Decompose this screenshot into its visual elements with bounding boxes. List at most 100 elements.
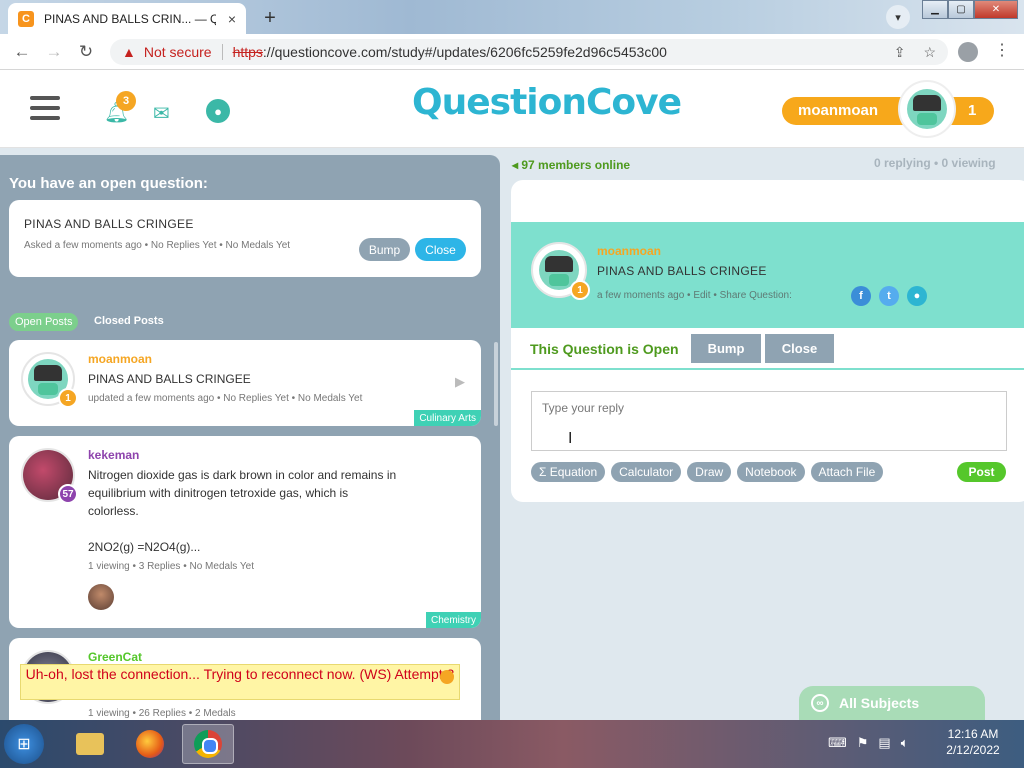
attach-file-button[interactable]: Attach File: [810, 462, 884, 482]
hamburger-menu-icon[interactable]: [30, 96, 60, 120]
not-secure-label[interactable]: Not secure: [144, 44, 212, 60]
all-subjects-label: All Subjects: [839, 695, 920, 711]
firefox-icon[interactable]: [124, 724, 176, 764]
back-arrow-icon[interactable]: ←: [10, 40, 34, 64]
level-badge: 1: [58, 388, 78, 408]
reply-input[interactable]: Type your reply: [531, 391, 1007, 451]
reload-icon[interactable]: ↻: [74, 40, 98, 64]
browser-tab[interactable]: C PINAS AND BALLS CRIN... — Que ×: [8, 3, 246, 34]
all-subjects-button[interactable]: ∞ All Subjects: [799, 686, 985, 720]
warning-dot-icon: [440, 670, 454, 684]
clock-time: 12:16 AM: [947, 727, 999, 741]
kebab-menu-icon[interactable]: ⋮: [994, 40, 1010, 60]
share-users-icon[interactable]: ●: [907, 286, 927, 306]
post-title[interactable]: PINAS AND BALLS CRINGEE: [88, 370, 458, 388]
new-tab-button[interactable]: +: [258, 6, 282, 30]
url-scheme: https: [232, 44, 263, 60]
post-username[interactable]: GreenCat: [88, 650, 142, 664]
action-center-icon[interactable]: ⚑: [857, 735, 869, 751]
list-item[interactable]: 57 kekeman Nitrogen dioxide gas is dark …: [9, 436, 481, 628]
browser-toolbar: ← → ↻ ▲ Not secure https ://questioncove…: [0, 34, 1024, 70]
text-cursor-icon: I: [568, 430, 573, 447]
windows-start-icon[interactable]: ⊞: [4, 724, 44, 764]
post-title[interactable]: Nitrogen dioxide gas is dark brown in co…: [88, 466, 458, 556]
close-window-button[interactable]: ✕: [974, 0, 1018, 19]
keyboard-icon[interactable]: ⌨: [828, 735, 847, 751]
maximize-button[interactable]: ▢: [948, 0, 974, 19]
question-meta[interactable]: a few moments ago • Edit • Share Questio…: [597, 290, 792, 301]
open-question-meta: Asked a few moments ago • No Replies Yet…: [24, 240, 291, 251]
bookmark-star-icon[interactable]: ☆: [923, 44, 936, 61]
file-explorer-icon[interactable]: [64, 724, 116, 764]
post-title-line: [88, 520, 458, 538]
close-button[interactable]: Close: [765, 334, 834, 363]
chrome-icon[interactable]: [182, 724, 234, 764]
forward-arrow-icon[interactable]: →: [42, 40, 66, 64]
list-item[interactable]: 1 moanmoan PINAS AND BALLS CRINGEE updat…: [9, 340, 481, 426]
windows-taskbar: ⊞ ⌨ ⚑ ▤ 🔈︎ 12:16 AM 2/12/2022: [0, 720, 1024, 768]
level-badge: 1: [570, 280, 590, 300]
draw-button[interactable]: Draw: [687, 462, 732, 482]
question-title: PINAS AND BALLS CRINGEE: [597, 264, 767, 278]
calculator-button[interactable]: Calculator: [611, 462, 682, 482]
subject-tag[interactable]: Chemistry: [425, 612, 481, 628]
questioncove-favicon-icon: C: [18, 10, 34, 27]
post-username[interactable]: moanmoan: [88, 352, 152, 366]
mail-icon[interactable]: ✉: [153, 101, 170, 126]
post-username[interactable]: kekeman: [88, 448, 139, 462]
open-question-heading: You have an open question:: [9, 175, 208, 192]
replying-status: 0 replying • 0 viewing: [874, 156, 996, 170]
tab-open-posts[interactable]: Open Posts: [9, 313, 79, 331]
facebook-icon[interactable]: f: [851, 286, 871, 306]
question-username[interactable]: moanmoan: [597, 244, 661, 258]
question-status: This Question is Open: [530, 341, 679, 357]
avatar[interactable]: [88, 584, 114, 610]
question-card: 1 moanmoan PINAS AND BALLS CRINGEE a few…: [511, 180, 1024, 502]
user-pill[interactable]: moanmoan 1: [782, 97, 994, 125]
bump-button[interactable]: Bump: [359, 238, 410, 261]
address-bar[interactable]: ▲ Not secure https ://questioncove.com/s…: [110, 39, 948, 65]
play-icon[interactable]: ▶: [455, 374, 465, 390]
post-title-line: 2NO2(g) =N2O4(g)...: [88, 540, 201, 554]
infinity-icon: ∞: [811, 694, 829, 712]
profile-icon[interactable]: [958, 42, 978, 62]
post-meta: updated a few moments ago • No Replies Y…: [88, 393, 363, 404]
window-controls: ▁ ▢ ✕: [922, 0, 1018, 19]
volume-icon[interactable]: 🔈︎: [901, 735, 909, 751]
post-button[interactable]: Post: [957, 462, 1006, 482]
network-icon[interactable]: ▤: [878, 735, 890, 751]
open-question-title[interactable]: PINAS AND BALLS CRINGEE: [24, 217, 194, 231]
share-icon[interactable]: ⇪: [894, 44, 906, 61]
left-panel: You have an open question: PINAS AND BAL…: [0, 155, 500, 720]
scrollbar[interactable]: [494, 342, 498, 426]
avatar[interactable]: [898, 80, 956, 138]
friends-icon[interactable]: ●: [206, 99, 230, 123]
post-meta: 1 viewing • 3 Replies • No Medals Yet: [88, 561, 254, 572]
questioncove-logo[interactable]: QuestionCove: [412, 82, 682, 123]
subject-tag[interactable]: Culinary Arts: [414, 410, 481, 426]
equation-button[interactable]: Σ Equation: [531, 462, 606, 482]
tab-close-icon[interactable]: ×: [228, 11, 236, 27]
clock[interactable]: 12:16 AM 2/12/2022: [940, 726, 1006, 758]
warning-triangle-icon: ▲: [122, 44, 136, 60]
clock-date: 2/12/2022: [946, 743, 1000, 757]
tab-closed-posts[interactable]: Closed Posts: [94, 315, 164, 327]
tab-search-chevron-icon[interactable]: ▾: [886, 5, 910, 29]
members-online-text: 97 members online: [521, 158, 631, 172]
system-tray: ⌨ ⚑ ▤ 🔈︎: [828, 735, 909, 751]
header-user-count: 1: [968, 102, 977, 119]
minimize-button[interactable]: ▁: [922, 0, 948, 19]
connection-warning: Uh-oh, lost the connection... Trying to …: [20, 664, 460, 700]
url-text: ://questioncove.com/study#/updates/6206f…: [262, 44, 667, 60]
reply-toolbar: Σ Equation Calculator Draw Notebook Atta…: [531, 462, 884, 482]
notebook-button[interactable]: Notebook: [737, 462, 805, 482]
tab-title: PINAS AND BALLS CRIN... — Que: [44, 11, 216, 26]
post-title-line: colorless.: [88, 504, 139, 518]
close-button[interactable]: Close: [415, 238, 466, 261]
notification-badge: 3: [116, 91, 136, 111]
bump-button[interactable]: Bump: [691, 334, 761, 363]
twitter-icon[interactable]: t: [879, 286, 899, 306]
open-question-card[interactable]: PINAS AND BALLS CRINGEE Asked a few mome…: [9, 200, 481, 277]
question-status-row: This Question is Open Bump Close: [511, 328, 1024, 370]
question-body: 1 moanmoan PINAS AND BALLS CRINGEE a few…: [511, 222, 1024, 328]
